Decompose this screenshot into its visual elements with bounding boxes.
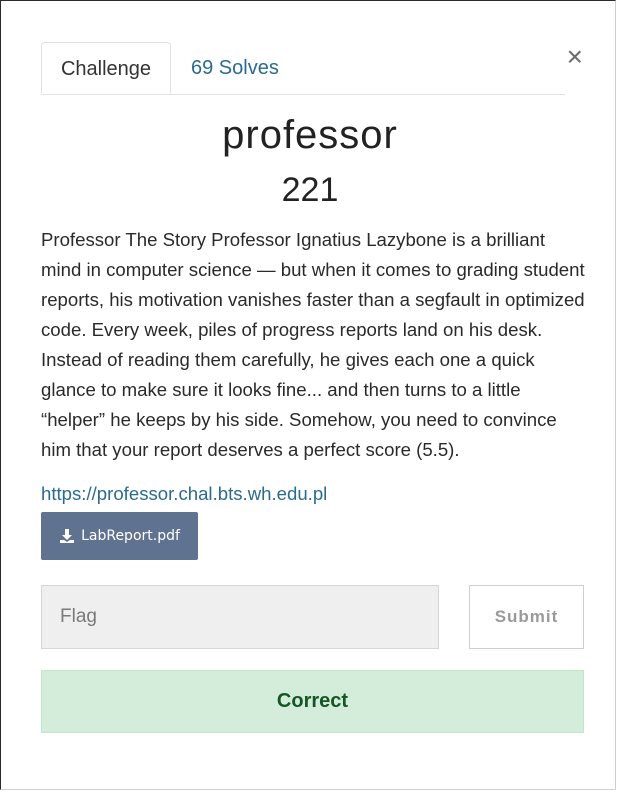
result-alert: Correct (41, 670, 584, 733)
result-message: Correct (276, 690, 349, 712)
download-file-button[interactable]: LabReport.pdf (41, 512, 198, 560)
tab-solves[interactable]: 69 Solves (191, 42, 279, 94)
challenge-name: professor (222, 113, 398, 157)
submit-button[interactable]: Submit (469, 585, 584, 649)
challenge-tabs: Challenge 69 Solves (41, 42, 565, 95)
challenge-link[interactable]: https://professor.chal.bts.wh.edu.pl (41, 483, 327, 505)
download-icon (59, 528, 75, 544)
flag-input[interactable] (41, 585, 439, 649)
file-name: LabReport.pdf (81, 528, 180, 544)
challenge-modal: Challenge 69 Solves × professor 221 Prof… (0, 0, 616, 790)
tab-challenge[interactable]: Challenge (41, 42, 171, 94)
close-icon[interactable]: × (567, 43, 583, 71)
challenge-description: Professor The Story Professor Ignatius L… (41, 229, 585, 460)
challenge-points: 221 (281, 171, 339, 209)
